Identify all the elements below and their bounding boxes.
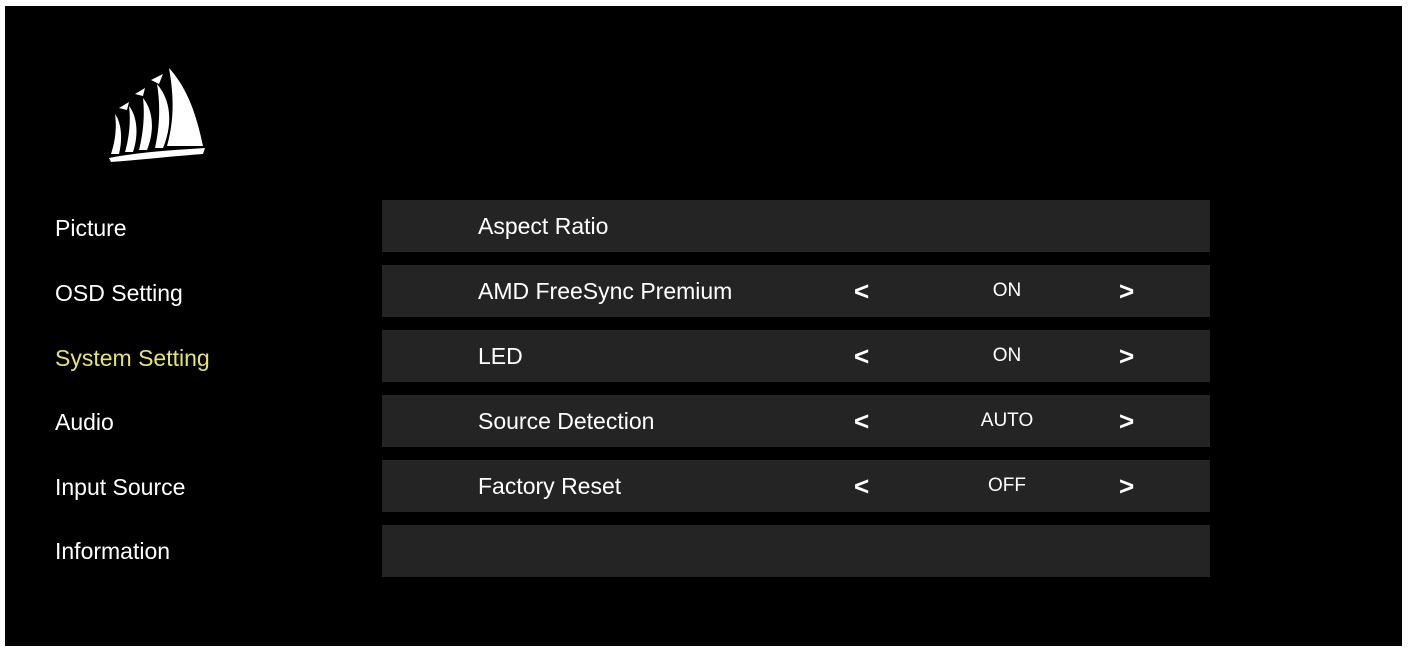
setting-label: Source Detection	[478, 408, 655, 434]
menu-item-input-source[interactable]: Input Source	[55, 472, 185, 502]
setting-row-led[interactable]: LED < ON >	[382, 330, 1210, 382]
setting-value: ON	[992, 280, 1022, 301]
setting-row-source-detection[interactable]: Source Detection < AUTO >	[382, 395, 1210, 447]
arrow-left-icon[interactable]: <	[854, 265, 869, 317]
arrow-left-icon[interactable]: <	[854, 330, 869, 382]
setting-value: AUTO	[980, 410, 1034, 431]
setting-value: OFF	[988, 475, 1026, 496]
arrow-left-icon[interactable]: <	[854, 460, 869, 512]
setting-label: Aspect Ratio	[478, 213, 609, 239]
setting-row-factory-reset[interactable]: Factory Reset < OFF >	[382, 460, 1210, 512]
setting-label: AMD FreeSync Premium	[478, 278, 733, 304]
setting-row-empty	[382, 525, 1210, 577]
menu-item-system-setting[interactable]: System Setting	[55, 343, 210, 373]
arrow-right-icon[interactable]: >	[1119, 265, 1134, 317]
menu-item-picture[interactable]: Picture	[55, 213, 127, 243]
setting-value: ON	[992, 345, 1022, 366]
setting-label: LED	[478, 343, 523, 369]
corsair-sails-logo-icon	[109, 68, 205, 162]
arrow-right-icon[interactable]: >	[1119, 460, 1134, 512]
arrow-right-icon[interactable]: >	[1119, 395, 1134, 447]
arrow-left-icon[interactable]: <	[854, 395, 869, 447]
setting-row-freesync[interactable]: AMD FreeSync Premium < ON >	[382, 265, 1210, 317]
arrow-right-icon[interactable]: >	[1119, 330, 1134, 382]
menu-item-information[interactable]: Information	[55, 536, 170, 566]
setting-label: Factory Reset	[478, 473, 622, 499]
menu-item-osd-setting[interactable]: OSD Setting	[55, 278, 183, 308]
osd-screen: Picture OSD Setting System Setting Audio…	[5, 6, 1402, 646]
menu-item-audio[interactable]: Audio	[55, 407, 114, 437]
setting-row-aspect-ratio[interactable]: Aspect Ratio	[382, 200, 1210, 252]
